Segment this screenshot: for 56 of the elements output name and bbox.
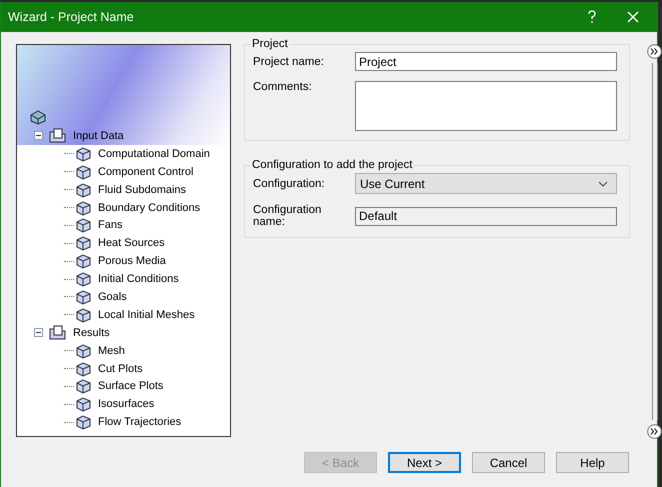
tree-item[interactable]: Input Data bbox=[73, 130, 124, 142]
field-label: Project name: bbox=[253, 56, 325, 68]
expand-icon[interactable] bbox=[647, 424, 662, 439]
tree-item[interactable]: Goals bbox=[98, 290, 127, 303]
tree-item[interactable]: Fans bbox=[98, 219, 122, 232]
tree-item[interactable]: Initial Conditions bbox=[98, 273, 179, 286]
tree-item[interactable]: Porous Media bbox=[98, 255, 166, 268]
folder-icon bbox=[49, 128, 67, 144]
field-label: Configuration name: bbox=[253, 204, 322, 228]
tree-item[interactable]: Computational Domain bbox=[98, 148, 210, 160]
wizard-button[interactable]: Next > bbox=[388, 452, 461, 473]
cube-icon bbox=[75, 253, 92, 270]
cube-icon bbox=[75, 414, 92, 430]
help-icon[interactable] bbox=[587, 10, 597, 24]
collapse-toggle[interactable] bbox=[34, 131, 43, 140]
cube-icon bbox=[75, 306, 92, 323]
cube-icon bbox=[75, 271, 92, 288]
field-label: Configuration: bbox=[253, 178, 326, 190]
cube-icon bbox=[29, 109, 47, 125]
window-title: Wizard - Project Name bbox=[8, 10, 134, 24]
tree-item[interactable]: Component Control bbox=[98, 166, 194, 178]
wizard-button[interactable]: Help bbox=[556, 452, 629, 473]
close-icon[interactable] bbox=[627, 11, 639, 23]
tree-item[interactable]: Results bbox=[73, 326, 110, 339]
chevron-down-icon bbox=[598, 180, 608, 186]
group-title: Project bbox=[251, 38, 289, 50]
expand-icon[interactable] bbox=[647, 44, 662, 59]
cube-icon bbox=[75, 200, 92, 216]
configuration-name-field[interactable]: Default bbox=[355, 206, 617, 226]
project-name-field[interactable]: Project bbox=[355, 52, 617, 71]
cube-icon bbox=[75, 288, 92, 305]
tree-item[interactable]: Isosurfaces bbox=[98, 398, 154, 410]
field-label: Comments: bbox=[253, 81, 313, 93]
wizard-button[interactable]: Cancel bbox=[472, 452, 545, 473]
tree-item[interactable]: Cut Plots bbox=[98, 362, 143, 375]
configuration-dropdown[interactable]: Use Current bbox=[355, 173, 617, 194]
cube-icon bbox=[75, 360, 92, 377]
tree-item[interactable]: Heat Sources bbox=[98, 237, 165, 250]
cube-icon bbox=[75, 146, 92, 162]
group-title: Configuration to add the project bbox=[251, 159, 414, 171]
comments-field[interactable] bbox=[355, 81, 617, 131]
cube-icon bbox=[75, 396, 92, 412]
cube-icon bbox=[75, 164, 92, 180]
cube-icon bbox=[75, 378, 92, 394]
tree-item[interactable]: Boundary Conditions bbox=[98, 202, 200, 214]
cube-icon bbox=[75, 235, 92, 252]
collapse-toggle[interactable] bbox=[34, 328, 43, 338]
cube-icon bbox=[75, 182, 92, 198]
cube-icon bbox=[75, 217, 92, 234]
cube-icon bbox=[75, 342, 92, 359]
tree-item[interactable]: Mesh bbox=[98, 344, 125, 357]
tree-item[interactable]: Surface Plots bbox=[98, 380, 164, 392]
tree-item[interactable]: Flow Trajectories bbox=[98, 416, 182, 428]
tree-item[interactable]: Local Initial Meshes bbox=[98, 308, 195, 321]
folder-icon bbox=[49, 324, 67, 341]
tree-item[interactable]: Fluid Subdomains bbox=[98, 184, 186, 196]
